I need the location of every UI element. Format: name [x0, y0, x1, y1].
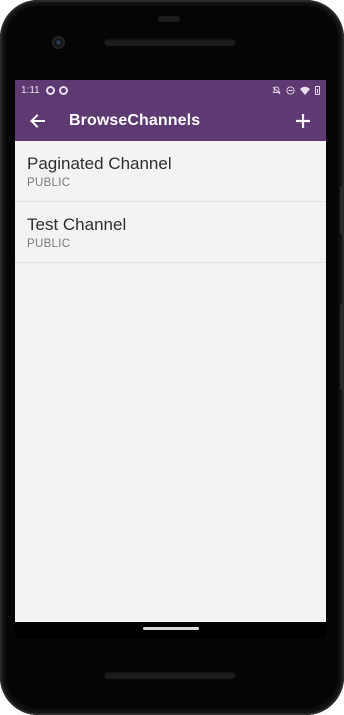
back-button[interactable] — [27, 111, 47, 131]
status-time: 1:11 — [21, 84, 40, 96]
do-not-disturb-icon — [286, 85, 295, 95]
bottom-speaker — [104, 671, 236, 679]
wifi-icon — [300, 86, 310, 95]
device-screen: 1:11 BrowseChannels Paginated Channel PU… — [15, 80, 326, 622]
volume-rocker[interactable] — [340, 304, 344, 390]
channel-name: Paginated Channel — [27, 154, 172, 173]
channel-list: Paginated Channel PUBLIC Test Channel PU… — [15, 141, 326, 263]
channel-type: PUBLIC — [27, 238, 71, 250]
status-bar: 1:11 — [15, 80, 326, 100]
home-gesture-pill[interactable] — [143, 627, 199, 630]
add-icon — [296, 113, 310, 128]
top-speaker — [104, 38, 236, 46]
page-title: BrowseChannels — [69, 111, 201, 129]
arrow-back-icon — [30, 113, 45, 128]
earpiece-slot — [158, 16, 180, 22]
front-camera — [52, 36, 65, 49]
navigation-bar — [15, 622, 326, 638]
channel-item-paginated[interactable]: Paginated Channel PUBLIC — [15, 141, 326, 202]
phone-frame: 1:11 BrowseChannels Paginated Channel PU… — [0, 0, 344, 715]
battery-icon — [315, 85, 320, 95]
power-button[interactable] — [340, 186, 344, 234]
channel-item-test[interactable]: Test Channel PUBLIC — [15, 202, 326, 263]
app-bar: BrowseChannels — [15, 100, 326, 141]
add-channel-button[interactable] — [292, 110, 314, 132]
notifications-off-icon — [272, 85, 281, 94]
app-notification-icon — [58, 85, 68, 95]
status-icons — [272, 85, 320, 95]
channel-name: Test Channel — [27, 215, 127, 234]
app-notification-icon — [45, 85, 55, 95]
channel-type: PUBLIC — [27, 177, 71, 189]
